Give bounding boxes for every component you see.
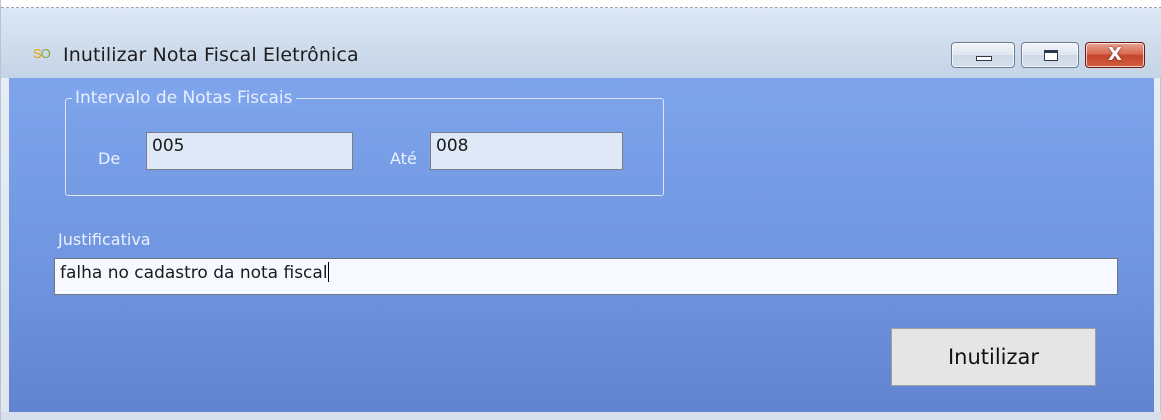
title-bar[interactable]: SO Inutilizar Nota Fiscal Eletrônica X bbox=[1, 8, 1161, 78]
inutilizar-button[interactable]: Inutilizar bbox=[891, 328, 1096, 386]
to-number-input[interactable]: 008 bbox=[430, 132, 623, 170]
minimize-icon bbox=[976, 56, 992, 61]
justification-text: falha no cadastro da nota fiscal bbox=[60, 263, 328, 283]
window-bottom-edge bbox=[1, 412, 1161, 420]
interval-group-legend: Intervalo de Notas Fiscais bbox=[72, 88, 296, 108]
justification-label: Justificativa bbox=[58, 230, 151, 249]
dialog-window: SO Inutilizar Nota Fiscal Eletrônica X I… bbox=[0, 0, 1161, 420]
minimize-button[interactable] bbox=[951, 42, 1015, 68]
justification-input[interactable]: falha no cadastro da nota fiscal bbox=[54, 258, 1118, 295]
dialog-body: Intervalo de Notas Fiscais De 005 Até 00… bbox=[9, 78, 1154, 412]
window-top-edge bbox=[1, 0, 1161, 8]
from-label: De bbox=[98, 149, 121, 168]
text-caret bbox=[327, 262, 329, 282]
to-label: Até bbox=[390, 149, 417, 168]
close-icon: X bbox=[1108, 44, 1122, 65]
close-button[interactable]: X bbox=[1085, 42, 1145, 68]
window-title: Inutilizar Nota Fiscal Eletrônica bbox=[63, 44, 359, 66]
app-logo-icon: SO bbox=[33, 46, 51, 61]
from-number-input[interactable]: 005 bbox=[146, 132, 353, 170]
maximize-icon bbox=[1044, 50, 1058, 61]
maximize-button[interactable] bbox=[1021, 42, 1079, 68]
